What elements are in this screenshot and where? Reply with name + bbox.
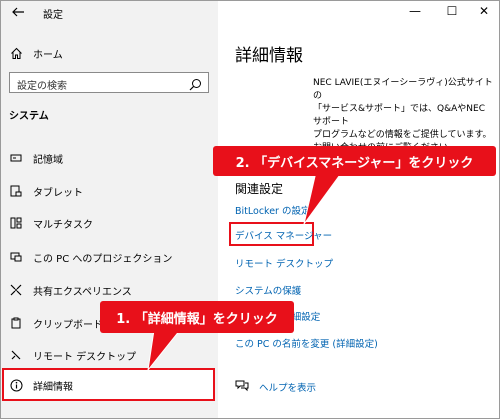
app-title: 設定 [43,10,63,21]
titlebar-left: 設定 [1,1,218,25]
step-2-callout: 2. 「デバイスマネージャー」をクリック [213,146,496,176]
remote-desktop-icon [9,348,23,362]
system-protection-link[interactable]: システムの保護 [235,283,301,297]
search-placeholder: 設定の検索 [17,81,67,92]
maximize-button[interactable]: ☐ [442,4,462,18]
sidebar-item-multitask[interactable]: マルチタスク [9,213,214,233]
storage-icon [9,151,23,165]
projection-icon [9,250,23,264]
sidebar-item-label: マルチタスク [33,219,93,231]
shared-experience-icon [9,283,23,297]
info-line: プログラムなどの情報をご提供しています。 [313,130,492,140]
sidebar-item-label: リモート デスクトップ [33,351,137,363]
sidebar-item-label: この PC へのプロジェクション [33,253,173,265]
sidebar-item-projection[interactable]: この PC へのプロジェクション [9,247,214,267]
info-icon [9,378,23,392]
help-label: ヘルプを表示 [259,382,317,394]
support-info-text: NEC LAVIE(エヌイーシーラヴィ)公式サイトの 「サービス&サポート」では… [313,77,493,155]
section-title: システム [9,111,49,122]
info-line: 「サービス&サポート」では、Q&AやNECサポート [313,104,485,127]
multitask-icon [9,216,23,230]
rename-pc-link[interactable]: この PC の名前を変更 (詳細設定) [235,336,378,350]
home-icon [9,46,23,60]
sidebar-item-label: タブレット [33,187,83,199]
related-settings-title: 関連設定 [235,182,284,196]
sidebar-item-shared-experience[interactable]: 共有エクスペリエンス [9,280,214,300]
device-manager-link[interactable]: デバイス マネージャー [235,228,332,242]
step-1-callout: 1. 「詳細情報」をクリック [100,301,294,333]
close-button[interactable]: ✕ [474,4,494,18]
sidebar-item-label: 共有エクスペリエンス [33,286,132,298]
remote-desktop-link[interactable]: リモート デスクトップ [235,256,333,270]
info-line: NEC LAVIE(エヌイーシーラヴィ)公式サイトの [313,78,493,101]
sidebar-item-label: 記憶域 [33,154,63,166]
search-icon [189,76,202,91]
clipboard-icon [9,316,23,330]
callout-2-pointer [303,172,343,225]
sidebar-item-label: クリップボード [33,319,103,331]
home-label: ホーム [33,49,63,61]
sidebar-item-about[interactable]: 詳細情報 [9,375,214,395]
help-chat-icon [235,377,249,396]
tablet-icon [9,184,23,198]
back-arrow-icon[interactable] [11,5,27,21]
sidebar-item-tablet[interactable]: タブレット [9,181,214,201]
get-help-link[interactable]: ヘルプを表示 [235,377,316,396]
sidebar-item-label: 詳細情報 [33,381,73,393]
sidebar-item-storage[interactable]: 記憶域 [9,148,214,168]
page-title: 詳細情報 [235,46,303,66]
search-input[interactable]: 設定の検索 [9,72,209,93]
minimize-button[interactable]: — [405,4,425,18]
callout-1-pointer [147,330,181,372]
home-nav-item[interactable]: ホーム [9,43,63,63]
